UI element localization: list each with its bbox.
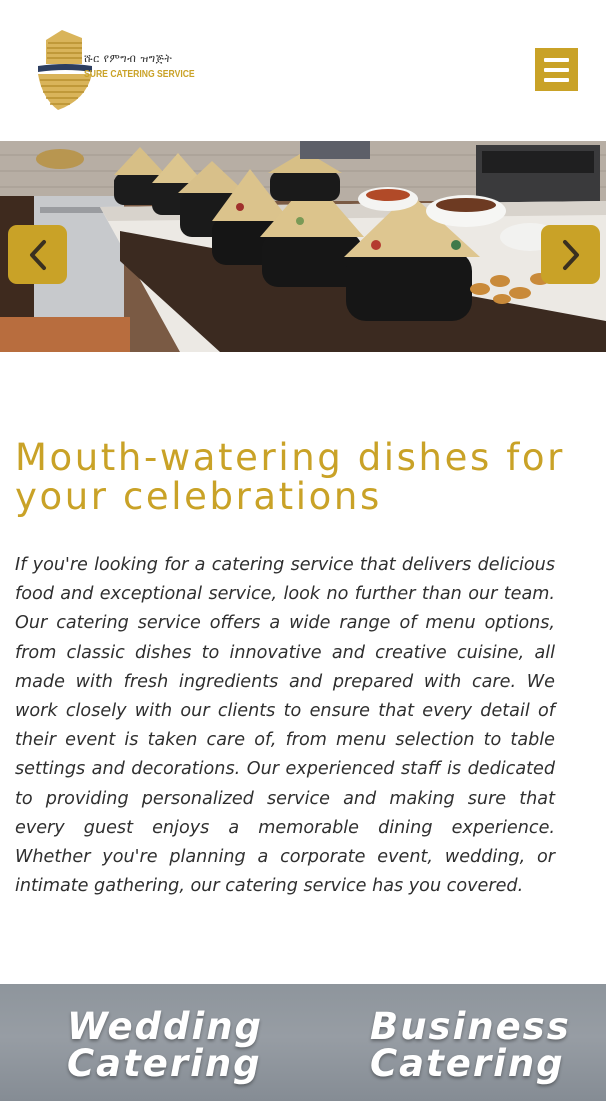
slider-prev-button[interactable] xyxy=(8,225,67,284)
hamburger-menu-icon xyxy=(544,57,569,62)
intro-heading: Mouth-watering dishes for your celebrati… xyxy=(15,436,565,518)
wedding-catering-link[interactable]: Wedding Catering xyxy=(67,1008,263,1082)
category-title-line1: Wedding xyxy=(67,1005,264,1048)
category-title-line2: Catering xyxy=(67,1042,262,1085)
category-title-line1: Business xyxy=(370,1005,571,1048)
catering-categories: Wedding Catering Business Catering xyxy=(0,984,606,1101)
hamburger-menu-button[interactable] xyxy=(535,48,578,91)
logo-amharic-text: ሹር የምግብ ዝግጅት xyxy=(84,52,173,65)
chevron-right-icon xyxy=(562,239,579,270)
hero-slide-image xyxy=(0,141,606,352)
site-header: ሹር የምግብ ዝግጅት SURE CATERING SERVICE xyxy=(0,0,606,141)
logo-name-text: SURE CATERING SERVICE xyxy=(84,68,195,80)
category-title-line2: Catering xyxy=(370,1042,565,1085)
site-logo[interactable]: ሹር የምግብ ዝግጅት SURE CATERING SERVICE xyxy=(36,28,195,114)
intro-section: Mouth-watering dishes for your celebrati… xyxy=(0,352,606,984)
hero-slider xyxy=(0,141,606,352)
chevron-left-icon xyxy=(29,239,46,270)
slider-next-button[interactable] xyxy=(541,225,600,284)
business-catering-link[interactable]: Business Catering xyxy=(370,1008,571,1082)
intro-paragraph: If you're looking for a catering service… xyxy=(15,555,555,897)
